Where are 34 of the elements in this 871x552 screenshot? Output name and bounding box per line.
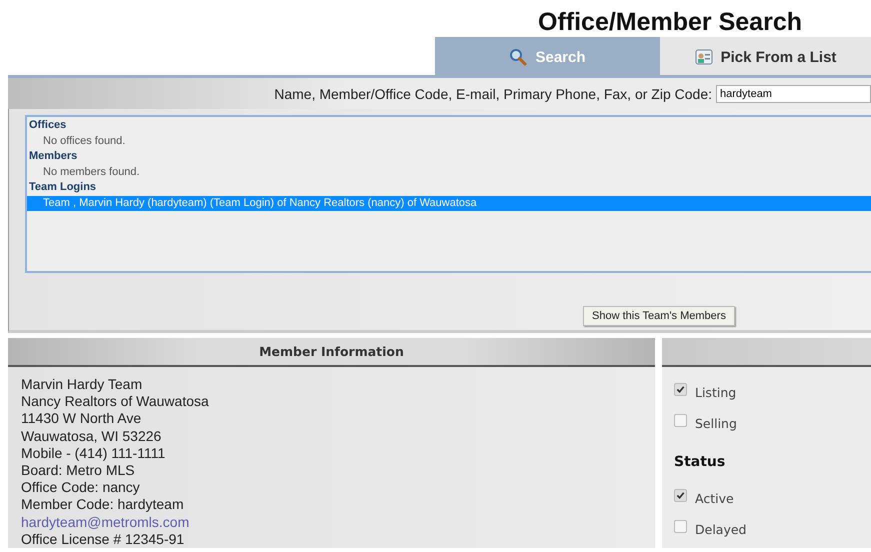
checkbox-label: Selling — [695, 416, 737, 431]
info-line: Office License # 12345-91 — [21, 530, 186, 548]
group-heading: Members — [28, 149, 78, 164]
info-line: Marvin Hardy Team — [21, 376, 144, 394]
checkbox[interactable] — [674, 520, 687, 533]
checkbox[interactable] — [674, 383, 687, 396]
checkbox-label: Listing — [695, 385, 736, 400]
panel-title: Member Information — [259, 344, 404, 359]
group-heading: Offices — [28, 118, 68, 133]
info-line: Nancy Realtors of Wauwatosa — [21, 393, 210, 410]
info-line: Wauwatosa, WI 53226 — [21, 428, 162, 445]
group-heading: Team Logins — [28, 180, 98, 195]
checkbox[interactable] — [674, 489, 687, 502]
page-title: Office/Member Search — [538, 8, 802, 37]
info-line: 11430 W North Ave — [21, 410, 142, 428]
info-line: Mobile - (414) 111-1111 — [21, 444, 166, 462]
list-item[interactable]: No members found. — [27, 164, 871, 180]
search-field[interactable]: hardyteam — [716, 84, 871, 102]
show-members-button[interactable]: Show this Team's Members — [583, 306, 735, 326]
tab[interactable]: Pick From a List — [660, 37, 871, 75]
checkbox[interactable] — [674, 414, 687, 427]
list-item[interactable]: Team , Marvin Hardy (hardyteam) (Team Login) of Nancy Realtors (nancy) of Wauwatosa — [27, 196, 871, 211]
search-label: Name, Member/Office Code, E-mail, Primary Phone, Fax, or Zip Code: — [274, 86, 712, 102]
checkbox-label: Active — [695, 491, 734, 506]
section-heading: Status — [674, 453, 726, 472]
contact-card-icon — [694, 48, 713, 66]
info-line: Member Code: hardyteam — [21, 496, 185, 514]
results-list[interactable]: Offices No offices found. Members No members found. Team Logins Team , Marvin Hardy (hardyteam) (Team Login) of Nancy Realtors (nancy) of Wauwatosa — [25, 115, 871, 273]
info-line: Office Code: nancy — [21, 479, 141, 496]
checkbox-label: Delayed — [695, 522, 746, 537]
list-item[interactable]: No offices found. — [27, 134, 871, 149]
email-link[interactable]: hardyteam@metromls.com — [21, 514, 190, 531]
search-icon — [509, 48, 528, 66]
info-line: Board: Metro MLS — [21, 462, 136, 480]
